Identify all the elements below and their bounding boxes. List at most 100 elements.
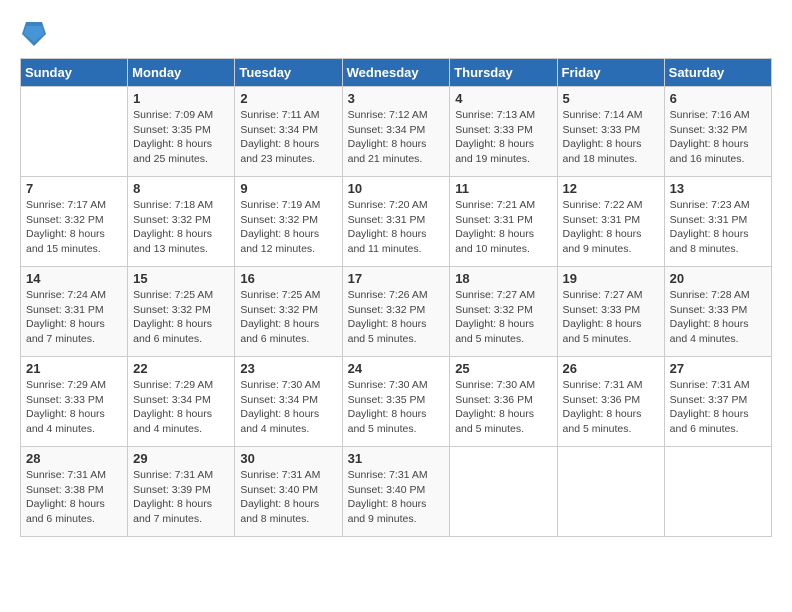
day-info: Sunrise: 7:23 AM Sunset: 3:31 PM Dayligh…: [670, 198, 766, 257]
day-info: Sunrise: 7:20 AM Sunset: 3:31 PM Dayligh…: [348, 198, 445, 257]
day-number: 11: [455, 181, 551, 196]
day-number: 10: [348, 181, 445, 196]
day-info: Sunrise: 7:11 AM Sunset: 3:34 PM Dayligh…: [240, 108, 336, 167]
calendar-cell: 6 Sunrise: 7:16 AM Sunset: 3:32 PM Daylig…: [664, 87, 771, 177]
day-info: Sunrise: 7:13 AM Sunset: 3:33 PM Dayligh…: [455, 108, 551, 167]
calendar-cell: 4 Sunrise: 7:13 AM Sunset: 3:33 PM Daylig…: [450, 87, 557, 177]
weekday-header-tuesday: Tuesday: [235, 59, 342, 87]
day-number: 27: [670, 361, 766, 376]
day-number: 12: [563, 181, 659, 196]
calendar-week-row: 7 Sunrise: 7:17 AM Sunset: 3:32 PM Daylig…: [21, 177, 772, 267]
day-number: 21: [26, 361, 122, 376]
calendar-cell: [664, 447, 771, 537]
calendar-cell: 8Sunrise: 7:18 AM Sunset: 3:32 PM Daylig…: [128, 177, 235, 267]
weekday-header-friday: Friday: [557, 59, 664, 87]
day-info: Sunrise: 7:16 AM Sunset: 3:32 PM Dayligh…: [670, 108, 766, 167]
weekday-header-row: SundayMondayTuesdayWednesdayThursdayFrid…: [21, 59, 772, 87]
day-number: 15: [133, 271, 229, 286]
day-info: Sunrise: 7:30 AM Sunset: 3:36 PM Dayligh…: [455, 378, 551, 437]
calendar-week-row: 14 Sunrise: 7:24 AM Sunset: 3:31 PM Dayli…: [21, 267, 772, 357]
day-number: 6: [670, 91, 766, 106]
day-info: Sunrise: 7:21 AM Sunset: 3:31 PM Dayligh…: [455, 198, 551, 257]
weekday-header-thursday: Thursday: [450, 59, 557, 87]
day-number: 2: [240, 91, 336, 106]
day-number: 1: [133, 91, 229, 106]
day-info: Sunrise: 7:31 AM Sunset: 3:40 PM Dayligh…: [348, 468, 445, 527]
weekday-header-saturday: Saturday: [664, 59, 771, 87]
day-number: 30: [240, 451, 336, 466]
calendar-cell: [557, 447, 664, 537]
day-info: Sunrise: 7:28 AM Sunset: 3:33 PM Dayligh…: [670, 288, 766, 347]
calendar-cell: 30 Sunrise: 7:31 AM Sunset: 3:40 PM Dayli…: [235, 447, 342, 537]
day-info: Sunrise: 7:30 AM Sunset: 3:35 PM Dayligh…: [348, 378, 445, 437]
day-number: 31: [348, 451, 445, 466]
calendar-cell: 22Sunrise: 7:29 AM Sunset: 3:34 PM Dayli…: [128, 357, 235, 447]
calendar-cell: 18 Sunrise: 7:27 AM Sunset: 3:32 PM Dayli…: [450, 267, 557, 357]
day-number: 20: [670, 271, 766, 286]
day-number: 14: [26, 271, 122, 286]
page-header: [20, 20, 772, 48]
day-info: Sunrise: 7:09 AM Sunset: 3:35 PM Dayligh…: [133, 108, 229, 167]
calendar-cell: 27 Sunrise: 7:31 AM Sunset: 3:37 PM Dayli…: [664, 357, 771, 447]
weekday-header-sunday: Sunday: [21, 59, 128, 87]
calendar-week-row: 21Sunrise: 7:29 AM Sunset: 3:33 PM Dayli…: [21, 357, 772, 447]
calendar-cell: 7 Sunrise: 7:17 AM Sunset: 3:32 PM Daylig…: [21, 177, 128, 267]
calendar-cell: 24Sunrise: 7:30 AM Sunset: 3:35 PM Dayli…: [342, 357, 450, 447]
calendar-cell: 16Sunrise: 7:25 AM Sunset: 3:32 PM Dayli…: [235, 267, 342, 357]
day-number: 18: [455, 271, 551, 286]
weekday-header-monday: Monday: [128, 59, 235, 87]
calendar-table: SundayMondayTuesdayWednesdayThursdayFrid…: [20, 58, 772, 537]
day-info: Sunrise: 7:25 AM Sunset: 3:32 PM Dayligh…: [240, 288, 336, 347]
calendar-cell: 19Sunrise: 7:27 AM Sunset: 3:33 PM Dayli…: [557, 267, 664, 357]
calendar-cell: 31 Sunrise: 7:31 AM Sunset: 3:40 PM Dayli…: [342, 447, 450, 537]
day-info: Sunrise: 7:31 AM Sunset: 3:36 PM Dayligh…: [563, 378, 659, 437]
calendar-cell: 21Sunrise: 7:29 AM Sunset: 3:33 PM Dayli…: [21, 357, 128, 447]
day-info: Sunrise: 7:31 AM Sunset: 3:40 PM Dayligh…: [240, 468, 336, 527]
day-info: Sunrise: 7:22 AM Sunset: 3:31 PM Dayligh…: [563, 198, 659, 257]
calendar-cell: 12 Sunrise: 7:22 AM Sunset: 3:31 PM Dayli…: [557, 177, 664, 267]
calendar-cell: 2 Sunrise: 7:11 AM Sunset: 3:34 PM Daylig…: [235, 87, 342, 177]
logo: [20, 20, 46, 48]
day-number: 3: [348, 91, 445, 106]
day-number: 23: [240, 361, 336, 376]
calendar-cell: 25 Sunrise: 7:30 AM Sunset: 3:36 PM Dayli…: [450, 357, 557, 447]
day-number: 28: [26, 451, 122, 466]
day-number: 29: [133, 451, 229, 466]
day-number: 7: [26, 181, 122, 196]
day-info: Sunrise: 7:26 AM Sunset: 3:32 PM Dayligh…: [348, 288, 445, 347]
calendar-cell: 20 Sunrise: 7:28 AM Sunset: 3:33 PM Dayli…: [664, 267, 771, 357]
calendar-cell: 28 Sunrise: 7:31 AM Sunset: 3:38 PM Dayli…: [21, 447, 128, 537]
day-info: Sunrise: 7:14 AM Sunset: 3:33 PM Dayligh…: [563, 108, 659, 167]
day-info: Sunrise: 7:27 AM Sunset: 3:32 PM Dayligh…: [455, 288, 551, 347]
calendar-cell: 23 Sunrise: 7:30 AM Sunset: 3:34 PM Dayli…: [235, 357, 342, 447]
calendar-cell: 3 Sunrise: 7:12 AM Sunset: 3:34 PM Daylig…: [342, 87, 450, 177]
day-number: 22: [133, 361, 229, 376]
calendar-cell: 17 Sunrise: 7:26 AM Sunset: 3:32 PM Dayli…: [342, 267, 450, 357]
day-info: Sunrise: 7:17 AM Sunset: 3:32 PM Dayligh…: [26, 198, 122, 257]
calendar-cell: 1 Sunrise: 7:09 AM Sunset: 3:35 PM Daylig…: [128, 87, 235, 177]
day-number: 26: [563, 361, 659, 376]
day-number: 5: [563, 91, 659, 106]
day-number: 25: [455, 361, 551, 376]
calendar-cell: [21, 87, 128, 177]
day-number: 4: [455, 91, 551, 106]
logo-text: [20, 20, 46, 48]
calendar-week-row: 28 Sunrise: 7:31 AM Sunset: 3:38 PM Dayli…: [21, 447, 772, 537]
day-number: 9: [240, 181, 336, 196]
day-info: Sunrise: 7:12 AM Sunset: 3:34 PM Dayligh…: [348, 108, 445, 167]
calendar-cell: 9 Sunrise: 7:19 AM Sunset: 3:32 PM Daylig…: [235, 177, 342, 267]
day-info: Sunrise: 7:24 AM Sunset: 3:31 PM Dayligh…: [26, 288, 122, 347]
day-number: 19: [563, 271, 659, 286]
day-info: Sunrise: 7:25 AM Sunset: 3:32 PM Dayligh…: [133, 288, 229, 347]
day-number: 13: [670, 181, 766, 196]
day-info: Sunrise: 7:31 AM Sunset: 3:37 PM Dayligh…: [670, 378, 766, 437]
day-info: Sunrise: 7:31 AM Sunset: 3:38 PM Dayligh…: [26, 468, 122, 527]
weekday-header-wednesday: Wednesday: [342, 59, 450, 87]
day-number: 17: [348, 271, 445, 286]
logo-icon: [22, 20, 46, 48]
day-info: Sunrise: 7:19 AM Sunset: 3:32 PM Dayligh…: [240, 198, 336, 257]
calendar-cell: [450, 447, 557, 537]
calendar-cell: 10 Sunrise: 7:20 AM Sunset: 3:31 PM Dayli…: [342, 177, 450, 267]
day-info: Sunrise: 7:31 AM Sunset: 3:39 PM Dayligh…: [133, 468, 229, 527]
day-info: Sunrise: 7:30 AM Sunset: 3:34 PM Dayligh…: [240, 378, 336, 437]
